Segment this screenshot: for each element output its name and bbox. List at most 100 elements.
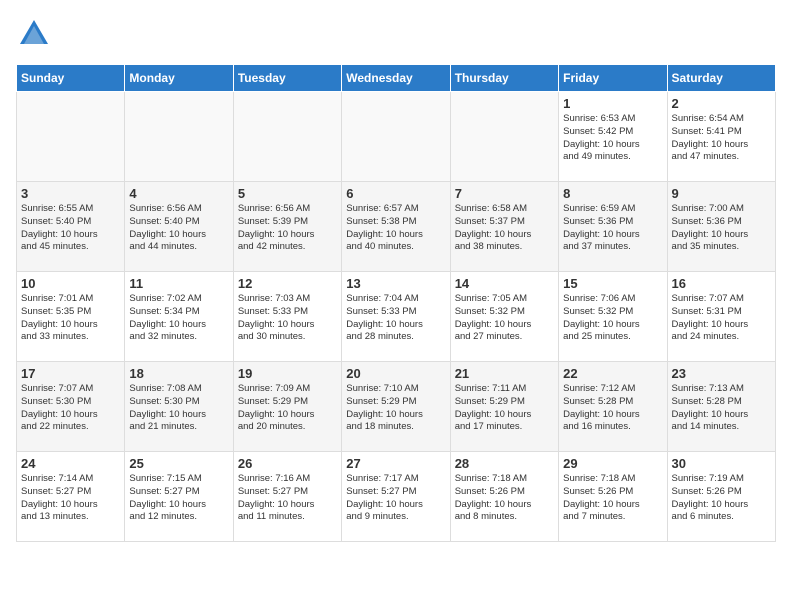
day-number: 18	[129, 366, 228, 381]
calendar-cell: 23 Sunrise: 7:13 AM Sunset: 5:28 PM Dayli…	[667, 362, 775, 452]
day-info: Sunrise: 7:04 AM Sunset: 5:33 PM Dayligh…	[346, 293, 445, 344]
day-info: Sunrise: 7:05 AM Sunset: 5:32 PM Dayligh…	[455, 293, 554, 344]
day-info: Sunrise: 7:10 AM Sunset: 5:29 PM Dayligh…	[346, 383, 445, 434]
day-info: Sunrise: 6:54 AM Sunset: 5:41 PM Dayligh…	[672, 113, 771, 164]
calendar-cell: 25 Sunrise: 7:15 AM Sunset: 5:27 PM Dayli…	[125, 452, 233, 542]
calendar-cell: 26 Sunrise: 7:16 AM Sunset: 5:27 PM Dayli…	[233, 452, 341, 542]
calendar-cell: 9 Sunrise: 7:00 AM Sunset: 5:36 PM Daylig…	[667, 182, 775, 272]
calendar-cell: 2 Sunrise: 6:54 AM Sunset: 5:41 PM Daylig…	[667, 92, 775, 182]
day-number: 2	[672, 96, 771, 111]
day-number: 4	[129, 186, 228, 201]
day-of-week-header: Tuesday	[233, 65, 341, 92]
day-number: 8	[563, 186, 662, 201]
day-number: 29	[563, 456, 662, 471]
day-info: Sunrise: 6:56 AM Sunset: 5:39 PM Dayligh…	[238, 203, 337, 254]
day-info: Sunrise: 7:16 AM Sunset: 5:27 PM Dayligh…	[238, 473, 337, 524]
calendar-cell: 20 Sunrise: 7:10 AM Sunset: 5:29 PM Dayli…	[342, 362, 450, 452]
day-number: 27	[346, 456, 445, 471]
day-number: 14	[455, 276, 554, 291]
day-number: 6	[346, 186, 445, 201]
calendar-cell: 16 Sunrise: 7:07 AM Sunset: 5:31 PM Dayli…	[667, 272, 775, 362]
day-info: Sunrise: 7:03 AM Sunset: 5:33 PM Dayligh…	[238, 293, 337, 344]
day-of-week-header: Monday	[125, 65, 233, 92]
calendar-cell: 18 Sunrise: 7:08 AM Sunset: 5:30 PM Dayli…	[125, 362, 233, 452]
day-info: Sunrise: 7:18 AM Sunset: 5:26 PM Dayligh…	[455, 473, 554, 524]
day-number: 7	[455, 186, 554, 201]
day-number: 9	[672, 186, 771, 201]
calendar-cell: 14 Sunrise: 7:05 AM Sunset: 5:32 PM Dayli…	[450, 272, 558, 362]
calendar-table: SundayMondayTuesdayWednesdayThursdayFrid…	[16, 64, 776, 542]
day-info: Sunrise: 7:11 AM Sunset: 5:29 PM Dayligh…	[455, 383, 554, 434]
calendar-week-row: 3 Sunrise: 6:55 AM Sunset: 5:40 PM Daylig…	[17, 182, 776, 272]
calendar-cell: 29 Sunrise: 7:18 AM Sunset: 5:26 PM Dayli…	[559, 452, 667, 542]
day-number: 25	[129, 456, 228, 471]
calendar-cell: 12 Sunrise: 7:03 AM Sunset: 5:33 PM Dayli…	[233, 272, 341, 362]
day-number: 16	[672, 276, 771, 291]
day-number: 22	[563, 366, 662, 381]
logo-icon	[16, 16, 52, 52]
calendar-cell	[125, 92, 233, 182]
day-number: 26	[238, 456, 337, 471]
day-number: 17	[21, 366, 120, 381]
calendar-cell	[342, 92, 450, 182]
day-info: Sunrise: 6:57 AM Sunset: 5:38 PM Dayligh…	[346, 203, 445, 254]
calendar-week-row: 1Sunrise: 6:53 AM Sunset: 5:42 PM Daylig…	[17, 92, 776, 182]
day-number: 3	[21, 186, 120, 201]
calendar-cell: 5 Sunrise: 6:56 AM Sunset: 5:39 PM Daylig…	[233, 182, 341, 272]
calendar-cell: 10Sunrise: 7:01 AM Sunset: 5:35 PM Dayli…	[17, 272, 125, 362]
calendar-cell: 22 Sunrise: 7:12 AM Sunset: 5:28 PM Dayli…	[559, 362, 667, 452]
day-info: Sunrise: 6:53 AM Sunset: 5:42 PM Dayligh…	[563, 113, 662, 164]
day-number: 12	[238, 276, 337, 291]
day-info: Sunrise: 7:17 AM Sunset: 5:27 PM Dayligh…	[346, 473, 445, 524]
page-header	[16, 16, 776, 52]
calendar-week-row: 10Sunrise: 7:01 AM Sunset: 5:35 PM Dayli…	[17, 272, 776, 362]
calendar-cell: 1Sunrise: 6:53 AM Sunset: 5:42 PM Daylig…	[559, 92, 667, 182]
calendar-cell: 15 Sunrise: 7:06 AM Sunset: 5:32 PM Dayli…	[559, 272, 667, 362]
day-info: Sunrise: 7:08 AM Sunset: 5:30 PM Dayligh…	[129, 383, 228, 434]
day-info: Sunrise: 6:59 AM Sunset: 5:36 PM Dayligh…	[563, 203, 662, 254]
day-info: Sunrise: 7:13 AM Sunset: 5:28 PM Dayligh…	[672, 383, 771, 434]
calendar-cell: 28 Sunrise: 7:18 AM Sunset: 5:26 PM Dayli…	[450, 452, 558, 542]
calendar-cell: 3 Sunrise: 6:55 AM Sunset: 5:40 PM Daylig…	[17, 182, 125, 272]
calendar-cell: 7 Sunrise: 6:58 AM Sunset: 5:37 PM Daylig…	[450, 182, 558, 272]
day-of-week-header: Saturday	[667, 65, 775, 92]
calendar-cell: 13Sunrise: 7:04 AM Sunset: 5:33 PM Dayli…	[342, 272, 450, 362]
day-of-week-header: Sunday	[17, 65, 125, 92]
day-info: Sunrise: 7:18 AM Sunset: 5:26 PM Dayligh…	[563, 473, 662, 524]
day-info: Sunrise: 7:14 AM Sunset: 5:27 PM Dayligh…	[21, 473, 120, 524]
calendar-cell: 30Sunrise: 7:19 AM Sunset: 5:26 PM Dayli…	[667, 452, 775, 542]
day-number: 23	[672, 366, 771, 381]
day-number: 19	[238, 366, 337, 381]
day-info: Sunrise: 7:06 AM Sunset: 5:32 PM Dayligh…	[563, 293, 662, 344]
day-info: Sunrise: 6:58 AM Sunset: 5:37 PM Dayligh…	[455, 203, 554, 254]
day-number: 15	[563, 276, 662, 291]
day-info: Sunrise: 7:07 AM Sunset: 5:31 PM Dayligh…	[672, 293, 771, 344]
calendar-cell: 11Sunrise: 7:02 AM Sunset: 5:34 PM Dayli…	[125, 272, 233, 362]
day-info: Sunrise: 7:02 AM Sunset: 5:34 PM Dayligh…	[129, 293, 228, 344]
calendar-cell: 6 Sunrise: 6:57 AM Sunset: 5:38 PM Daylig…	[342, 182, 450, 272]
calendar-cell: 21 Sunrise: 7:11 AM Sunset: 5:29 PM Dayli…	[450, 362, 558, 452]
day-info: Sunrise: 7:09 AM Sunset: 5:29 PM Dayligh…	[238, 383, 337, 434]
day-number: 20	[346, 366, 445, 381]
calendar-cell: 27 Sunrise: 7:17 AM Sunset: 5:27 PM Dayli…	[342, 452, 450, 542]
day-info: Sunrise: 7:01 AM Sunset: 5:35 PM Dayligh…	[21, 293, 120, 344]
day-number: 21	[455, 366, 554, 381]
calendar-cell	[233, 92, 341, 182]
logo	[16, 16, 56, 52]
calendar-cell	[450, 92, 558, 182]
day-info: Sunrise: 7:12 AM Sunset: 5:28 PM Dayligh…	[563, 383, 662, 434]
calendar-cell: 19 Sunrise: 7:09 AM Sunset: 5:29 PM Dayli…	[233, 362, 341, 452]
calendar-cell: 4 Sunrise: 6:56 AM Sunset: 5:40 PM Daylig…	[125, 182, 233, 272]
day-of-week-header: Thursday	[450, 65, 558, 92]
day-info: Sunrise: 7:00 AM Sunset: 5:36 PM Dayligh…	[672, 203, 771, 254]
day-number: 28	[455, 456, 554, 471]
day-number: 24	[21, 456, 120, 471]
calendar-cell: 24 Sunrise: 7:14 AM Sunset: 5:27 PM Dayli…	[17, 452, 125, 542]
day-info: Sunrise: 6:55 AM Sunset: 5:40 PM Dayligh…	[21, 203, 120, 254]
day-info: Sunrise: 7:15 AM Sunset: 5:27 PM Dayligh…	[129, 473, 228, 524]
day-info: Sunrise: 6:56 AM Sunset: 5:40 PM Dayligh…	[129, 203, 228, 254]
calendar-cell: 17Sunrise: 7:07 AM Sunset: 5:30 PM Dayli…	[17, 362, 125, 452]
calendar-header-row: SundayMondayTuesdayWednesdayThursdayFrid…	[17, 65, 776, 92]
calendar-cell	[17, 92, 125, 182]
day-number: 5	[238, 186, 337, 201]
